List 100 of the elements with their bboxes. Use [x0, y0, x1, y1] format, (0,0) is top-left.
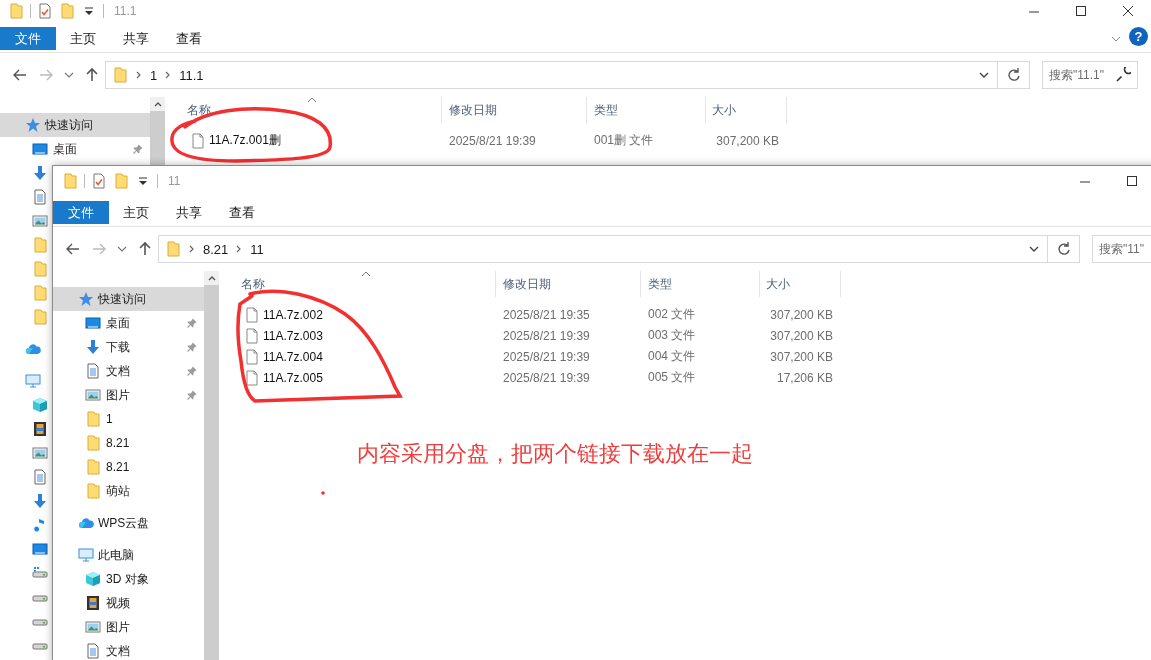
- cloud-icon[interactable]: [25, 341, 41, 357]
- pin-icon[interactable]: [186, 341, 198, 353]
- sidebar-item[interactable]: 8.21: [53, 455, 204, 479]
- ribbon-tab[interactable]: 查看: [215, 201, 268, 224]
- column-header[interactable]: 修改日期: [442, 97, 587, 123]
- ribbon-tab[interactable]: 文件: [0, 27, 56, 50]
- breadcrumb[interactable]: 11: [250, 241, 264, 257]
- address-bar[interactable]: 1 11.1: [105, 61, 998, 89]
- chevron-down-icon[interactable]: [117, 246, 127, 252]
- refresh-icon[interactable]: [1055, 241, 1072, 257]
- breadcrumb[interactable]: 11.1: [179, 67, 204, 83]
- column-header[interactable]: 修改日期: [496, 271, 641, 297]
- up-arrow-icon[interactable]: [84, 67, 100, 83]
- star-icon: [25, 117, 41, 133]
- document-icon: [85, 363, 101, 379]
- ink-dot: [321, 491, 325, 495]
- ribbon-tab[interactable]: 主页: [56, 27, 109, 50]
- document-icon[interactable]: [32, 469, 48, 485]
- forward-arrow-icon[interactable]: [38, 67, 54, 83]
- file-name[interactable]: 11A.7z.003: [263, 328, 323, 343]
- close-icon[interactable]: [1122, 6, 1133, 16]
- pin-icon[interactable]: [186, 317, 198, 329]
- down-arrow-icon[interactable]: [32, 493, 48, 509]
- document-icon[interactable]: [32, 189, 48, 205]
- picture-icon: [85, 619, 101, 635]
- scroll-up-icon[interactable]: [207, 276, 216, 281]
- file-name[interactable]: 11A.7z.002: [263, 307, 323, 322]
- file-icon: [190, 132, 206, 149]
- back-arrow-icon[interactable]: [65, 241, 81, 257]
- ribbon-tab[interactable]: 共享: [162, 201, 215, 224]
- file-type: 004 文件: [648, 348, 696, 365]
- cloud-icon: [78, 515, 94, 531]
- breadcrumb[interactable]: 8.21: [203, 241, 229, 257]
- file-icon: [244, 306, 260, 323]
- sort-caret-icon: [361, 271, 371, 277]
- refresh-button[interactable]: [1048, 235, 1080, 263]
- help-button[interactable]: ?: [1129, 27, 1148, 46]
- down-arrow-icon[interactable]: [32, 165, 48, 181]
- file-size: 307,200 KB: [770, 349, 833, 364]
- column-header[interactable]: 大小: [706, 97, 787, 123]
- cube-icon[interactable]: [32, 397, 48, 413]
- ribbon-tab[interactable]: 文件: [53, 201, 109, 224]
- column-header[interactable]: 大小: [760, 271, 841, 297]
- ribbon-tab[interactable]: 查看: [162, 27, 215, 50]
- sidebar-item[interactable]: WPS云盘: [53, 511, 204, 535]
- annotation-text: 内容采用分盘，把两个链接下载放在一起: [357, 440, 753, 468]
- sidebar-item[interactable]: 桌面: [0, 137, 150, 161]
- chevron-down-icon[interactable]: [64, 72, 74, 78]
- sidebar-item[interactable]: 下载: [53, 335, 204, 359]
- pin-icon[interactable]: [186, 389, 198, 401]
- sidebar-item[interactable]: 萌站: [53, 479, 204, 503]
- column-header[interactable]: 类型: [641, 271, 760, 297]
- screen-icon[interactable]: [32, 541, 48, 557]
- sidebar-item[interactable]: 图片: [53, 383, 204, 407]
- sidebar-item[interactable]: 此电脑: [53, 543, 204, 567]
- chevron-down-icon[interactable]: [1029, 246, 1039, 252]
- sidebar-item[interactable]: 文档: [53, 639, 204, 660]
- ribbon-tab[interactable]: 主页: [109, 201, 162, 224]
- picture-icon[interactable]: [32, 213, 48, 229]
- drive-icon[interactable]: [32, 565, 48, 581]
- maximize-icon[interactable]: [1126, 176, 1137, 186]
- pin-icon[interactable]: [132, 143, 144, 155]
- maximize-icon[interactable]: [1075, 6, 1086, 16]
- film-icon[interactable]: [32, 421, 48, 437]
- address-bar[interactable]: 8.21 11: [158, 235, 1048, 263]
- refresh-button[interactable]: [998, 61, 1030, 89]
- up-arrow-icon[interactable]: [137, 241, 153, 257]
- sidebar-item[interactable]: 3D 对象: [53, 567, 204, 591]
- sidebar-item[interactable]: 图片: [53, 615, 204, 639]
- refresh-icon[interactable]: [1005, 67, 1022, 83]
- column-header[interactable]: 类型: [587, 97, 706, 123]
- search-field[interactable]: 搜索"11": [1092, 235, 1151, 263]
- modified-date: 2025/8/21 19:39: [449, 133, 536, 148]
- sidebar-item[interactable]: 8.21: [53, 431, 204, 455]
- scroll-up-icon[interactable]: [153, 102, 162, 107]
- sidebar-item[interactable]: 视频: [53, 591, 204, 615]
- picture-icon: [85, 387, 101, 403]
- search-field[interactable]: 搜索"11.1": [1042, 61, 1138, 89]
- breadcrumb[interactable]: 1: [150, 67, 158, 83]
- sidebar-item[interactable]: 快速访问: [53, 287, 204, 311]
- sidebar-item[interactable]: 1: [53, 407, 204, 431]
- file-name[interactable]: 11A.7z.004: [263, 349, 323, 364]
- sidebar-item[interactable]: 文档: [53, 359, 204, 383]
- ribbon-tab[interactable]: 共享: [109, 27, 162, 50]
- sidebar-item[interactable]: 快速访问: [0, 113, 150, 137]
- file-name[interactable]: 11A.7z.001删: [209, 132, 281, 149]
- pin-icon[interactable]: [186, 365, 198, 377]
- chevron-down-icon[interactable]: [979, 72, 989, 78]
- checklist-icon[interactable]: [37, 3, 53, 19]
- forward-arrow-icon[interactable]: [91, 241, 107, 257]
- picture-icon[interactable]: [32, 445, 48, 461]
- monitor-icon[interactable]: [25, 373, 41, 389]
- column-header[interactable]: 名称: [219, 271, 496, 297]
- back-arrow-icon[interactable]: [12, 67, 28, 83]
- checklist-icon[interactable]: [91, 173, 107, 189]
- folder-icon: [112, 67, 128, 83]
- monitor-icon: [78, 547, 94, 563]
- star-icon: [78, 291, 94, 307]
- file-name[interactable]: 11A.7z.005: [263, 370, 323, 385]
- sidebar-item[interactable]: 桌面: [53, 311, 204, 335]
